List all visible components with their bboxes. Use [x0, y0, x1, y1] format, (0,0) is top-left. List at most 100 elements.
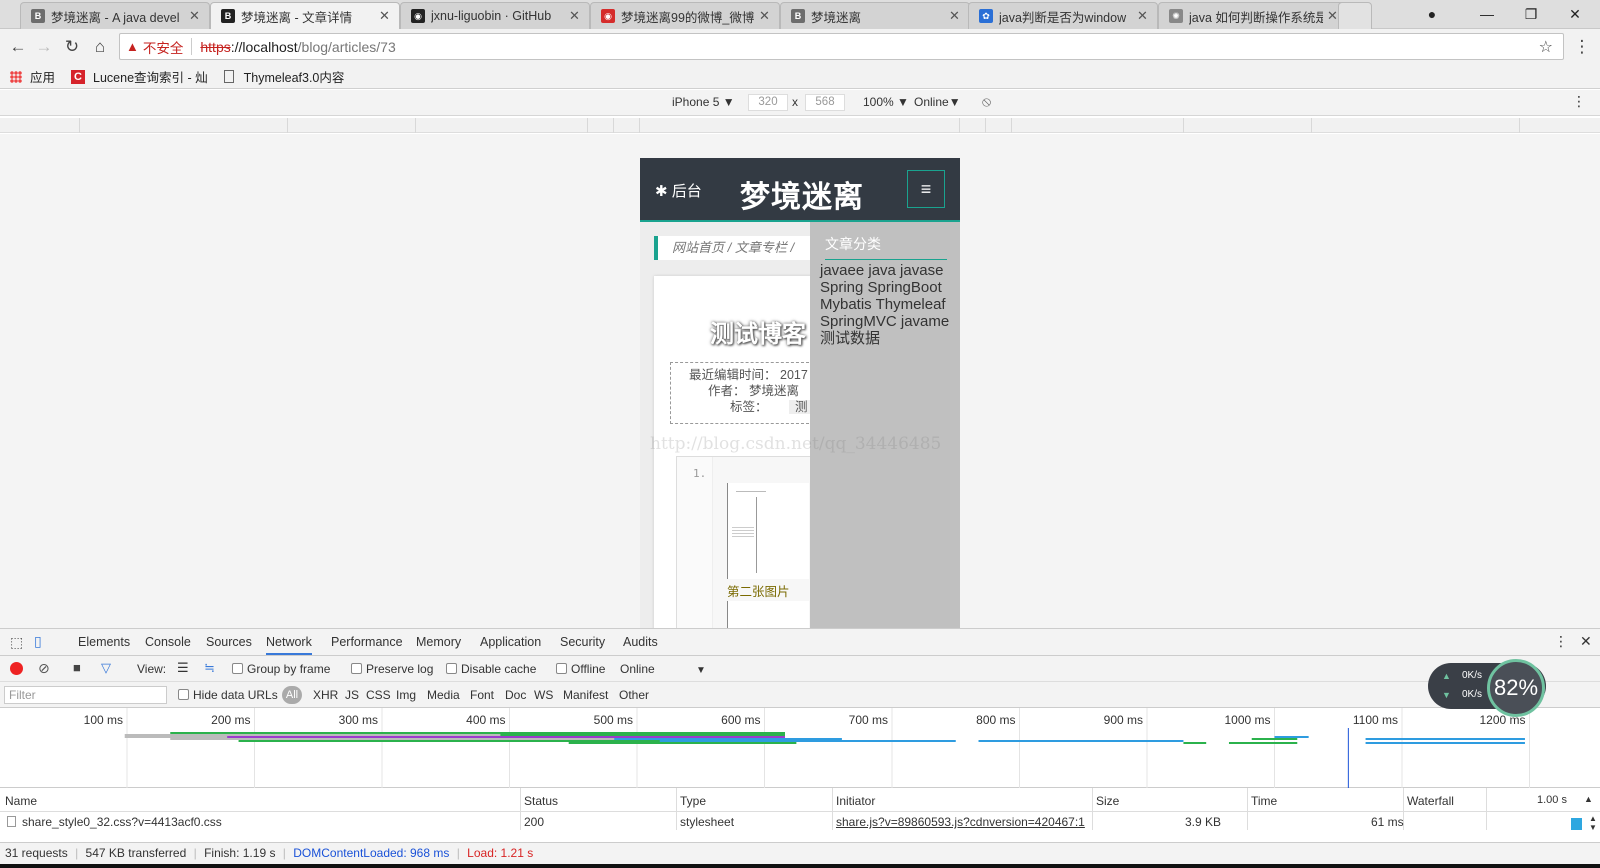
filter-type-font[interactable]: Font [470, 688, 494, 702]
profile-icon[interactable]: ● [1418, 2, 1446, 26]
device-toolbar-more-icon[interactable]: ⋮ [1572, 93, 1586, 110]
media-query-segment[interactable] [0, 118, 80, 133]
forward-icon[interactable]: → [32, 35, 56, 59]
browser-menu-icon[interactable]: ⋮ [1570, 35, 1594, 59]
site-title[interactable]: 梦境迷离 [740, 172, 864, 216]
zoom-select[interactable]: 100% ▼ [863, 95, 909, 109]
bookmark-thymeleaf[interactable]: Thymeleaf3.0内容 [223, 67, 344, 86]
column-name[interactable]: Name [5, 794, 37, 808]
throttle-select[interactable]: Online▼ [914, 95, 961, 109]
tab-close-icon[interactable]: ✕ [379, 8, 391, 24]
admin-link[interactable]: ✱ 后台 [655, 180, 702, 201]
filter-type-img[interactable]: Img [396, 688, 416, 702]
back-icon[interactable]: ← [6, 35, 30, 59]
preserve-log-checkbox[interactable]: Preserve log [351, 662, 433, 676]
browser-tab[interactable]: ✿ java判断是否为window ✕ [968, 2, 1158, 29]
media-query-segment[interactable] [1012, 118, 1184, 133]
disable-cache-checkbox[interactable]: Disable cache [446, 662, 536, 676]
browser-tab[interactable]: B 梦境迷离 ✕ [780, 2, 970, 29]
column-status[interactable]: Status [524, 794, 558, 808]
tab-close-icon[interactable]: ✕ [569, 8, 581, 24]
tab-close-icon[interactable]: ✕ [759, 8, 771, 24]
filter-type-css[interactable]: CSS [366, 688, 391, 702]
record-button[interactable] [10, 662, 23, 675]
address-bar[interactable]: ▲ 不安全 https://localhost/blog/articles/73… [119, 33, 1564, 60]
security-indicator[interactable]: ▲ 不安全 [126, 37, 183, 57]
devtools-close-icon[interactable]: ✕ [1580, 633, 1592, 650]
category-links[interactable]: javaee java javase Spring SpringBoot Myb… [820, 262, 958, 347]
device-height-input[interactable]: 568 [805, 94, 845, 111]
devtools-tab-memory[interactable]: Memory [416, 635, 461, 649]
offline-checkbox[interactable]: Offline [556, 662, 605, 676]
restore-icon[interactable]: ❐ [1509, 2, 1553, 26]
cell-initiator[interactable]: share.js?v=89860593.js?cdnversion=420467… [836, 815, 1085, 829]
table-row[interactable]: share_style0_32.css?v=4413acf0.css 200 sty… [0, 812, 1600, 831]
filter-type-xhr[interactable]: XHR [313, 688, 338, 702]
reload-icon[interactable]: ↻ [60, 35, 84, 59]
column-type[interactable]: Type [680, 794, 706, 808]
tab-close-icon[interactable]: ✕ [1137, 8, 1149, 24]
close-window-icon[interactable]: ✕ [1553, 2, 1597, 26]
sort-up-icon[interactable]: ▲ [1584, 794, 1593, 804]
filter-type-js[interactable]: JS [345, 688, 359, 702]
filter-funnel-icon[interactable]: ▽ [101, 660, 111, 676]
browser-tab[interactable]: B 梦境迷离 - A java devel ✕ [20, 2, 210, 29]
clear-icon[interactable]: ⊘ [38, 660, 50, 677]
media-query-segment[interactable] [1184, 118, 1312, 133]
media-query-segment[interactable] [1312, 118, 1520, 133]
overview-waterfall-icon[interactable]: ≒ [204, 660, 215, 676]
devtools-tab-console[interactable]: Console [145, 635, 191, 649]
devtools-tab-network[interactable]: Network [266, 635, 312, 655]
filter-type-all[interactable]: All [282, 686, 302, 704]
hamburger-menu-button[interactable]: ≡ [907, 170, 945, 208]
media-query-segment[interactable] [588, 118, 614, 133]
inspect-element-icon[interactable]: ⬚ [10, 634, 23, 651]
bookmark-lucene[interactable]: C Lucene查询索引 - 灿 [71, 67, 208, 86]
browser-tab[interactable]: B 梦境迷离 - 文章详情 ✕ [210, 2, 400, 29]
network-filter-input[interactable]: Filter [4, 686, 167, 704]
media-query-segment[interactable] [986, 118, 1012, 133]
browser-tab[interactable]: ✺ java 如何判断操作系统是 ✕ [1158, 2, 1348, 29]
filter-type-doc[interactable]: Doc [505, 688, 526, 702]
devtools-tab-elements[interactable]: Elements [78, 635, 130, 649]
media-query-segment[interactable] [960, 118, 986, 133]
media-query-segment[interactable] [80, 118, 288, 133]
device-select[interactable]: iPhone 5 ▼ [672, 95, 735, 109]
tab-close-icon[interactable]: ✕ [189, 8, 201, 24]
devtools-tab-performance[interactable]: Performance [331, 635, 403, 649]
filter-type-ws[interactable]: WS [534, 688, 553, 702]
large-rows-icon[interactable]: ☰ [177, 660, 189, 676]
table-scrollbar[interactable]: ▲ ▼ [1589, 814, 1597, 832]
column-initiator[interactable]: Initiator [836, 794, 875, 808]
devtools-tab-security[interactable]: Security [560, 635, 605, 649]
browser-tab[interactable]: ◉ jxnu-liguobin · GitHub ✕ [400, 2, 590, 29]
group-by-frame-checkbox[interactable]: Group by frame [232, 662, 330, 676]
new-tab-button[interactable] [1338, 2, 1372, 29]
devtools-tab-sources[interactable]: Sources [206, 635, 252, 649]
media-query-bar[interactable] [0, 118, 1600, 133]
filter-type-manifest[interactable]: Manifest [563, 688, 608, 702]
screenshot-camera-icon[interactable]: ■ [73, 660, 81, 675]
network-overview-timeline[interactable]: 100 ms 200 ms 300 ms 400 ms 500 ms 600 ms 700 … [0, 708, 1600, 788]
rotate-icon[interactable]: ⦸ [982, 93, 991, 110]
devtools-tab-application[interactable]: Application [480, 635, 541, 649]
hide-data-urls-checkbox[interactable]: Hide data URLs [178, 688, 278, 702]
bookmark-apps[interactable]: 应用 [10, 67, 55, 86]
memory-usage-gauge[interactable]: 82% [1487, 659, 1545, 717]
minimize-icon[interactable]: — [1465, 2, 1509, 26]
home-icon[interactable]: ⌂ [88, 35, 112, 59]
network-throttle-select[interactable]: Online ▼ [620, 662, 706, 676]
filter-type-other[interactable]: Other [619, 688, 649, 702]
media-query-segment[interactable] [614, 118, 640, 133]
column-time[interactable]: Time [1251, 794, 1277, 808]
filter-type-media[interactable]: Media [427, 688, 460, 702]
column-size[interactable]: Size [1096, 794, 1119, 808]
media-query-segment[interactable] [288, 118, 416, 133]
bookmark-star-icon[interactable]: ☆ [1539, 37, 1553, 57]
device-width-input[interactable]: 320 [748, 94, 788, 111]
device-mode-icon[interactable]: ▯ [34, 633, 42, 650]
media-query-segment[interactable] [640, 118, 960, 133]
devtools-menu-icon[interactable]: ⋮ [1554, 633, 1568, 650]
tab-close-icon[interactable]: ✕ [949, 8, 961, 24]
devtools-tab-audits[interactable]: Audits [623, 635, 658, 649]
